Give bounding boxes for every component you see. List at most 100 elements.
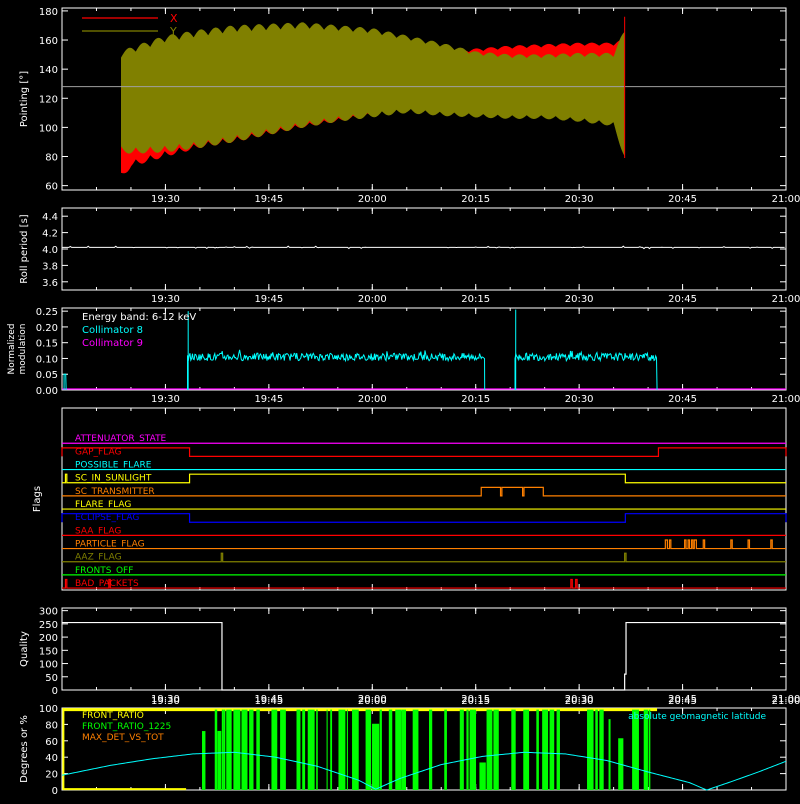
geomag-legend-label: MAX_DET_VS_TOT xyxy=(82,733,164,743)
front-ratio-1225-bar xyxy=(302,709,306,790)
geomag-xtick-label: 21:00 xyxy=(772,696,800,707)
modulation-ylabel: modulation xyxy=(18,324,28,375)
pointing-xtick-label: 21:00 xyxy=(772,194,800,205)
front-ratio-1225-bar xyxy=(556,709,560,790)
flags-frame xyxy=(61,407,787,591)
quality-ytick-label: 300 xyxy=(39,607,58,618)
roll-xtick-label: 20:00 xyxy=(358,294,387,305)
flag-label: ECLIPSE_FLAG xyxy=(75,513,139,523)
roll-ytick-label: 4.2 xyxy=(42,229,58,240)
front-ratio-1225-bar xyxy=(217,730,222,790)
front-ratio-1225-bar xyxy=(388,709,393,790)
geomag-xtick-label: 19:45 xyxy=(254,696,283,707)
modulation-xtick-label: 21:00 xyxy=(772,394,800,405)
pointing-xtick-label: 20:45 xyxy=(668,194,697,205)
modulation-legend-title: Energy band: 6-12 keV xyxy=(82,312,196,323)
front-ratio-1225-bar xyxy=(549,709,555,790)
roll-ytick-label: 4.0 xyxy=(42,245,58,256)
front-ratio-1225-bar xyxy=(466,709,469,790)
geomag-xtick-label: 20:00 xyxy=(358,696,387,707)
modulation-collimator8-segment xyxy=(186,349,486,391)
front-ratio-1225-bar xyxy=(271,709,278,790)
geomag-xtick-label: 20:30 xyxy=(565,696,594,707)
pointing-legend-label: Y xyxy=(169,25,177,38)
pointing-ytick-label: 160 xyxy=(39,36,58,47)
flag-line xyxy=(61,513,787,523)
flag-line xyxy=(62,552,786,563)
geomag-ytick-label: 20 xyxy=(45,770,58,781)
front-ratio-1225-bar xyxy=(221,709,224,790)
front-ratio-1225-bar xyxy=(428,709,433,790)
modulation-xtick-label: 20:15 xyxy=(461,394,490,405)
front-ratio-1225-bar xyxy=(326,709,328,790)
pointing-ytick-label: 80 xyxy=(45,153,58,164)
geomag-legend-label: FRONT_RATIO xyxy=(82,711,144,721)
quality-ytick-label: 0 xyxy=(52,686,58,697)
geomag-ylabel: Degrees or % xyxy=(19,715,30,783)
modulation-ytick-label: 0.00 xyxy=(36,386,58,397)
front-ratio-1225-bar xyxy=(307,709,315,790)
geomag-ytick-label: 0 xyxy=(52,786,58,797)
pointing-ylabel: Pointing [°] xyxy=(19,71,30,127)
flag-label: GAP_FLAG xyxy=(75,447,121,457)
roll-ytick-label: 3.6 xyxy=(42,278,58,289)
modulation-ytick-label: 0.05 xyxy=(36,370,58,381)
geomag-ytick-label: 100 xyxy=(39,704,58,715)
front-ratio-1225-bar xyxy=(316,709,318,790)
geomagnetic-latitude-line xyxy=(61,751,787,791)
front-ratio-1225-bar xyxy=(214,709,218,790)
quality-frame xyxy=(61,607,787,691)
modulation-collimator8-segment xyxy=(63,373,67,391)
pointing-xtick-label: 20:00 xyxy=(358,194,387,205)
front-ratio-1225-bar xyxy=(226,709,232,790)
modulation-ytick-label: 0.25 xyxy=(36,307,58,318)
quality-ytick-label: 250 xyxy=(39,620,58,631)
front-ratio-1225-bar xyxy=(493,709,499,790)
front-ratio-1225-bar xyxy=(523,709,530,790)
pointing-ytick-label: 100 xyxy=(39,123,58,134)
front-ratio-1225-bar xyxy=(479,762,486,790)
roll-xtick-label: 20:30 xyxy=(565,294,594,305)
quality-ytick-label: 100 xyxy=(39,660,58,671)
geomag-legend-label: FRONT_RATIO_1225 xyxy=(82,722,171,732)
geomag-ytick-label: 40 xyxy=(45,753,58,764)
modulation-ytick-label: 0.10 xyxy=(36,354,58,365)
roll-xtick-label: 19:45 xyxy=(254,294,283,305)
roll-ytick-label: 3.8 xyxy=(42,261,58,272)
pointing-ytick-label: 140 xyxy=(39,65,58,76)
pointing-ytick-label: 180 xyxy=(39,7,58,18)
modulation-legend-label: Collimator 8 xyxy=(82,325,143,336)
pointing-series-y-band xyxy=(120,22,625,157)
front-ratio-1225-bar xyxy=(241,709,248,790)
chart-canvas: 19:30 19:45 20:00 20:15 20:30 20:45 21:00 60 80 1… xyxy=(7,7,800,797)
quality-line xyxy=(62,621,786,691)
pointing-xtick-label: 20:30 xyxy=(565,194,594,205)
roll-xtick-label: 20:45 xyxy=(668,294,697,305)
geomag-xtick-label: 20:45 xyxy=(668,696,697,707)
front-ratio-1225-bar xyxy=(412,709,419,790)
pointing-ytick-label: 60 xyxy=(45,182,58,193)
flag-line xyxy=(62,539,786,550)
modulation-xtick-label: 20:45 xyxy=(668,394,697,405)
front-ratio-1225-bar xyxy=(599,709,604,790)
pointing-legend-label: X xyxy=(170,12,178,25)
roll-xtick-label: 19:30 xyxy=(151,294,180,305)
front-ratio-1225-bar xyxy=(511,709,516,790)
roll-ylabel: Roll period [s] xyxy=(19,214,30,283)
flags-ylabel: Flags xyxy=(32,486,43,512)
flag-line xyxy=(62,486,786,497)
modulation-ylabel: Normalized xyxy=(7,323,17,374)
roll-period-line xyxy=(62,245,785,250)
flag-line xyxy=(61,447,787,458)
front-ratio-1225-bar xyxy=(338,709,346,790)
roll-frame xyxy=(61,207,787,291)
pointing-xtick-label: 20:15 xyxy=(461,194,490,205)
front-ratio-1225-bar xyxy=(223,709,226,790)
modulation-xtick-label: 19:45 xyxy=(254,394,283,405)
pointing-xtick-label: 19:45 xyxy=(254,194,283,205)
modulation-ytick-label: 0.15 xyxy=(36,339,58,350)
front-ratio-1225-bar xyxy=(459,709,464,790)
front-ratio-1225-bar xyxy=(280,709,286,790)
front-ratio-1225-bar xyxy=(542,709,549,790)
flag-line xyxy=(62,473,786,484)
